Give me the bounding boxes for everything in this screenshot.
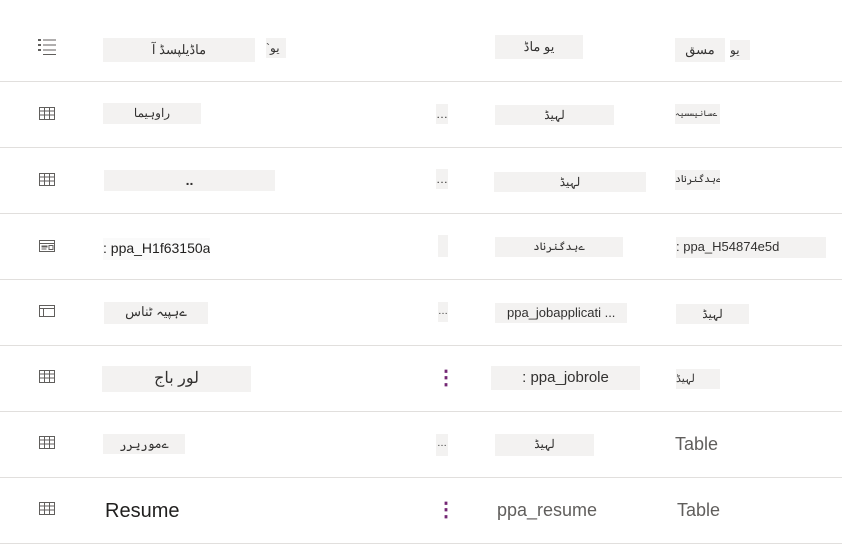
row-display-name[interactable]: .. bbox=[104, 170, 275, 191]
row-type: ےہدگنرناد bbox=[675, 170, 720, 190]
table-icon bbox=[38, 171, 56, 189]
row-type: رایتہ ےسانیسسیہ bbox=[675, 104, 720, 124]
more-options-button[interactable]: … bbox=[436, 169, 448, 189]
view-icon bbox=[38, 302, 56, 320]
row-display-name[interactable]: ےموریرر bbox=[103, 434, 185, 454]
more-options-button[interactable]: … bbox=[438, 302, 448, 322]
list-header-row: ماڈیلپسڈ آ `یو یو ماڈ مسق یو bbox=[0, 0, 842, 82]
table-row[interactable]: ےہپیہ ٹناس … ppa_jobapplicati ... لہیڈ bbox=[0, 280, 842, 346]
row-schema-name: ےہدگنرناد bbox=[495, 237, 623, 257]
table-row[interactable]: : ppa_H1f63150a ےہدگنرناد : ppa_H54874e5… bbox=[0, 214, 842, 280]
table-row[interactable]: Resume ⋮ ppa_resume Table bbox=[0, 478, 842, 544]
row-type: : ppa_H54874e5d bbox=[676, 237, 826, 258]
table-row[interactable]: .. … لہیڈ ےہدگنرناد bbox=[0, 148, 842, 214]
row-display-name[interactable]: راوہیما bbox=[103, 103, 201, 124]
row-schema-name: لہیڈ bbox=[494, 172, 646, 192]
row-schema-name: ppa_resume bbox=[497, 500, 598, 520]
row-schema-name: لہیڈ bbox=[495, 434, 594, 456]
column-header-sort-indicator: `یو bbox=[266, 38, 286, 58]
row-type: Table bbox=[677, 500, 721, 520]
row-display-name[interactable]: : ppa_H1f63150a bbox=[103, 238, 211, 260]
row-schema-name: لہیڈ bbox=[495, 105, 614, 125]
row-display-name[interactable]: لور باج bbox=[102, 366, 251, 392]
row-type: لہیڈ bbox=[676, 304, 749, 324]
form-icon bbox=[38, 237, 56, 255]
table-row[interactable]: راوہیما … لہیڈ رایتہ ےسانیسسیہ bbox=[0, 82, 842, 148]
more-options-button[interactable]: ⋮ bbox=[436, 496, 448, 524]
row-type: Table bbox=[675, 434, 719, 454]
more-options-button[interactable] bbox=[438, 235, 448, 257]
table-row[interactable]: ےموریرر … لہیڈ Table bbox=[0, 412, 842, 478]
table-icon bbox=[38, 434, 56, 452]
row-type: لہیڈ bbox=[676, 369, 720, 389]
more-options-button[interactable]: … bbox=[436, 104, 448, 124]
more-options-button[interactable]: … bbox=[436, 434, 448, 456]
row-schema-name: ppa_jobapplicati ... bbox=[495, 303, 627, 323]
table-icon bbox=[38, 368, 56, 386]
column-header-display-name[interactable]: ماڈیلپسڈ آ bbox=[103, 38, 255, 62]
column-header-type-tail: یو bbox=[730, 40, 750, 60]
list-icon[interactable] bbox=[38, 38, 56, 56]
column-header-type[interactable]: مسق bbox=[675, 38, 725, 62]
row-display-name[interactable]: ےہپیہ ٹناس bbox=[104, 302, 208, 324]
table-row[interactable]: لور باج ⋮ : ppa_jobrole لہیڈ bbox=[0, 346, 842, 412]
row-schema-name: : ppa_jobrole bbox=[491, 366, 640, 390]
row-display-name[interactable]: Resume bbox=[105, 498, 179, 524]
table-icon bbox=[38, 500, 56, 518]
more-options-button[interactable]: ⋮ bbox=[436, 364, 448, 392]
table-icon bbox=[38, 105, 56, 123]
column-header-name[interactable]: یو ماڈ bbox=[495, 35, 583, 59]
